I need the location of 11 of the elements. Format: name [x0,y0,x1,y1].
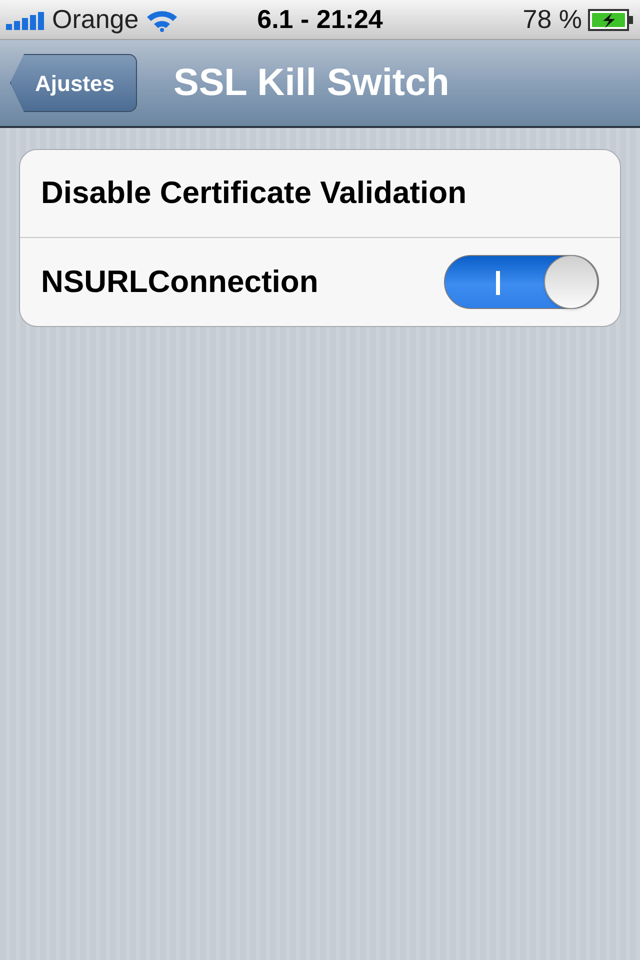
screen-title: SSL Kill Switch [173,60,450,106]
battery-percent: 78 % [522,3,582,36]
signal-icon [6,10,46,30]
row-label: Disable Certificate Validation [41,174,467,212]
carrier-name: Orange [52,3,139,36]
back-button[interactable]: Ajustes [10,54,138,112]
toggle-switch[interactable] [444,255,599,309]
status-time: 6.1 - 21:24 [257,3,383,36]
on-mark-icon [495,271,501,295]
row-label: NSURLConnection [41,262,318,301]
switch-thumb [544,255,598,309]
